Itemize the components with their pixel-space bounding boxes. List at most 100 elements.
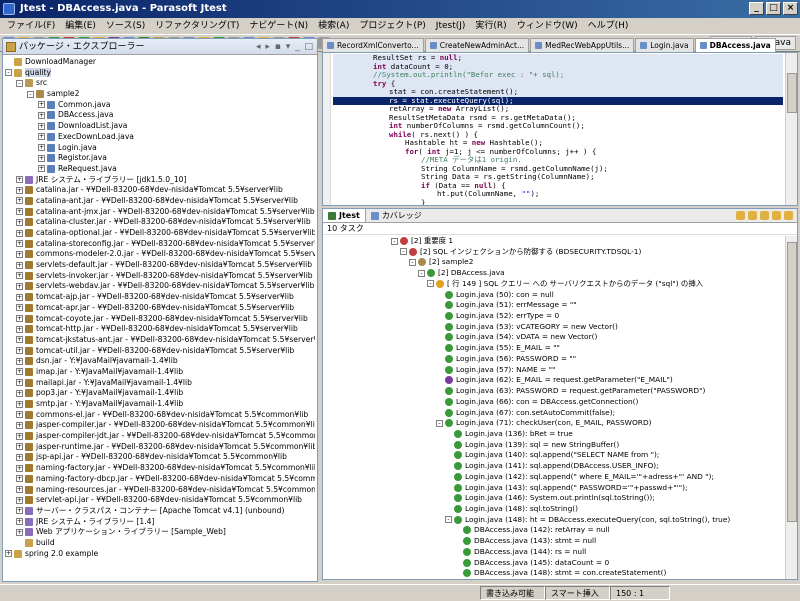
tree-item[interactable]: + servlet-api.jar - ¥¥Dell-83200-68¥dev-n… bbox=[5, 495, 315, 506]
collapse-toggle-icon[interactable]: - bbox=[16, 79, 23, 87]
tree-item[interactable]: + DownloadList.java bbox=[5, 121, 315, 132]
expand-toggle-icon[interactable]: + bbox=[16, 389, 23, 397]
expand-toggle-icon[interactable]: + bbox=[16, 475, 23, 483]
result-row[interactable]: Login.java (53): vCATEGORY = new Vector(… bbox=[323, 322, 785, 333]
result-row[interactable]: DBAccess.java (143): stmt = null bbox=[323, 536, 785, 547]
results-tab[interactable]: Jtest bbox=[323, 209, 366, 222]
expand-toggle-icon[interactable]: + bbox=[16, 186, 23, 194]
code-line[interactable]: String Data = rs.getString(ColumnName); bbox=[333, 172, 783, 182]
result-row[interactable]: Login.java (140): sql.append("SELECT NAM… bbox=[323, 450, 785, 461]
tree-item[interactable]: - src bbox=[5, 78, 315, 89]
menu-item[interactable]: 検索(A) bbox=[313, 18, 354, 34]
expand-toggle-icon[interactable]: + bbox=[16, 208, 23, 216]
result-row[interactable]: Login.java (57): NAME = "" bbox=[323, 365, 785, 376]
tree-item[interactable]: DownloadManager bbox=[5, 57, 315, 68]
result-row[interactable]: Login.java (146): System.out.println(sql… bbox=[323, 493, 785, 504]
menu-item[interactable]: リファクタリング(T) bbox=[150, 18, 244, 34]
code-line[interactable]: for( int j=1; j <= numberOfColumns; j++ … bbox=[333, 147, 783, 157]
tree-item[interactable]: + servlets-webdav.jar - ¥¥Dell-83200-68¥d… bbox=[5, 281, 315, 292]
editor-tab[interactable]: MedRecWebAppUtils... bbox=[530, 38, 635, 52]
tree-item[interactable]: + dsn.jar - Y:¥JavaMail¥javamail-1.4¥lib bbox=[5, 356, 315, 367]
tree-item[interactable]: + tomcat-ajp.jar - ¥¥Dell-83200-68¥dev-ni… bbox=[5, 292, 315, 303]
expand-toggle-icon[interactable]: + bbox=[38, 133, 45, 141]
tree-item[interactable]: - quality bbox=[5, 67, 315, 79]
code-line[interactable]: ht.put(ColumnName, ""); bbox=[333, 189, 783, 199]
tree-item[interactable]: + tomcat-apr.jar - ¥¥Dell-83200-68¥dev-ni… bbox=[5, 303, 315, 314]
scrollbar-thumb[interactable] bbox=[787, 73, 797, 113]
menu-item[interactable]: ヘルプ(H) bbox=[583, 18, 634, 34]
result-row[interactable]: Login.java (51): errMessage = "" bbox=[323, 300, 785, 311]
tree-item[interactable]: + Registor.java bbox=[5, 153, 315, 164]
result-row[interactable]: Login.java (52): errType = 0 bbox=[323, 311, 785, 322]
result-row[interactable]: - [2] sample2 bbox=[323, 257, 785, 268]
collapse-toggle-icon[interactable]: - bbox=[418, 269, 425, 277]
result-row[interactable]: - [2] SQL インジェクションから防御する (BDSECURITY.TDSQ… bbox=[323, 247, 785, 258]
expand-toggle-icon[interactable]: + bbox=[16, 250, 23, 258]
result-row[interactable]: - [ 行 149 ] SQL クエリー への サーバリクエストからのデータ ("… bbox=[323, 279, 785, 290]
code-line[interactable]: //System.out.println("Befor exec : "+ sq… bbox=[333, 70, 783, 80]
result-row[interactable]: Login.java (141): sql.append(DBAccess.US… bbox=[323, 461, 785, 472]
expand-toggle-icon[interactable]: + bbox=[16, 325, 23, 333]
expand-toggle-icon[interactable]: + bbox=[38, 101, 45, 109]
result-row[interactable]: - Login.java (71): checkUser(con, E_MAIL,… bbox=[323, 418, 785, 429]
tree-item[interactable]: + jsp-api.jar - ¥¥Dell-83200-68¥dev-nisid… bbox=[5, 452, 315, 463]
menu-item[interactable]: Jtest(J) bbox=[431, 18, 471, 34]
result-row[interactable]: Login.java (55): E_MAIL = "" bbox=[323, 343, 785, 354]
tree-item[interactable]: + catalina-storeconfig.jar - ¥¥Dell-83200… bbox=[5, 239, 315, 250]
expand-toggle-icon[interactable]: + bbox=[16, 400, 23, 408]
expand-toggle-icon[interactable]: + bbox=[16, 379, 23, 387]
expand-toggle-icon[interactable]: + bbox=[16, 528, 23, 536]
expand-toggle-icon[interactable]: + bbox=[16, 486, 23, 493]
expand-toggle-icon[interactable]: + bbox=[16, 304, 23, 312]
editor-scrollbar[interactable] bbox=[785, 53, 797, 205]
expand-toggle-icon[interactable]: + bbox=[16, 293, 23, 301]
collapse-toggle-icon[interactable]: - bbox=[400, 248, 407, 256]
expand-toggle-icon[interactable]: + bbox=[16, 507, 23, 515]
expand-toggle-icon[interactable]: + bbox=[16, 421, 23, 429]
result-row[interactable]: Login.java (50): con = null bbox=[323, 290, 785, 301]
result-row[interactable]: Login.java (67): con.setAutoCommit(false… bbox=[323, 408, 785, 419]
result-row[interactable]: Login.java (143): sql.append(" PASSWORD=… bbox=[323, 483, 785, 494]
code-editor[interactable]: ResultSet rs = null; int dataCount = 0;//… bbox=[322, 52, 798, 206]
collapse-icon[interactable] bbox=[748, 211, 757, 220]
expand-toggle-icon[interactable]: + bbox=[38, 111, 45, 119]
expand-toggle-icon[interactable]: + bbox=[16, 518, 23, 526]
result-row[interactable]: Login.java (66): con = DBAccess.getConne… bbox=[323, 397, 785, 408]
code-line[interactable]: if (Data == null) { bbox=[333, 181, 783, 191]
tree-item[interactable]: + catalina-cluster.jar - ¥¥Dell-83200-68¥… bbox=[5, 217, 315, 228]
result-row[interactable]: - [2] 重要度 1 bbox=[323, 236, 785, 247]
code-line[interactable]: while( rs.next() ) { bbox=[333, 130, 783, 140]
result-row[interactable]: - [2] DBAccess.java bbox=[323, 268, 785, 279]
tree-item[interactable]: + servlets-invoker.jar - ¥¥Dell-83200-68¥… bbox=[5, 271, 315, 282]
expand-toggle-icon[interactable]: + bbox=[16, 464, 23, 472]
editor-tab[interactable]: DBAccess.java bbox=[694, 38, 776, 52]
result-row[interactable]: Login.java (56): PASSWORD = "" bbox=[323, 354, 785, 365]
tree-item[interactable]: + Login.java bbox=[5, 143, 315, 154]
maximize-button[interactable]: □ bbox=[766, 2, 781, 15]
menu-item[interactable]: ウィンドウ(W) bbox=[512, 18, 583, 34]
code-area[interactable]: ResultSet rs = null; int dataCount = 0;//… bbox=[333, 53, 783, 205]
tree-item[interactable]: + jasper-runtime.jar - ¥¥Dell-83200-68¥de… bbox=[5, 442, 315, 453]
menu-item[interactable]: ナビゲート(N) bbox=[244, 18, 313, 34]
tree-item[interactable]: + tomcat-jkstatus-ant.jar - ¥¥Dell-83200-… bbox=[5, 335, 315, 346]
menu-item[interactable]: プロジェクト(P) bbox=[354, 18, 430, 34]
filter-icon[interactable] bbox=[736, 211, 745, 220]
tree-item[interactable]: + Web アプリケーション・ライブラリー [Sample_Web] bbox=[5, 527, 315, 538]
expand-toggle-icon[interactable]: + bbox=[16, 336, 23, 344]
tree-item[interactable]: build bbox=[5, 538, 315, 549]
editor-tab[interactable]: Login.java bbox=[635, 38, 694, 52]
tree-item[interactable]: + JRE システム・ライブラリー [jdk1.5.0_10] bbox=[5, 175, 315, 186]
result-row[interactable]: Login.java (139): sql = new StringBuffer… bbox=[323, 440, 785, 451]
editor-tab[interactable]: RecordXmlConverto... bbox=[322, 38, 424, 52]
expand-toggle-icon[interactable]: + bbox=[16, 411, 23, 419]
expand-toggle-icon[interactable]: + bbox=[38, 154, 45, 162]
expand-toggle-icon[interactable]: + bbox=[16, 453, 23, 461]
collapse-toggle-icon[interactable]: - bbox=[391, 237, 398, 245]
tree-item[interactable]: + commons-el.jar - ¥¥Dell-83200-68¥dev-ni… bbox=[5, 410, 315, 421]
close-button[interactable]: × bbox=[783, 2, 798, 15]
expand-toggle-icon[interactable]: + bbox=[16, 368, 23, 376]
result-row[interactable]: Login.java (54): vDATA = new Vector() bbox=[323, 332, 785, 343]
tree-item[interactable]: + mailapi.jar - Y:¥JavaMail¥javamail-1.4¥… bbox=[5, 378, 315, 389]
expand-toggle-icon[interactable]: + bbox=[38, 122, 45, 130]
expand-toggle-icon[interactable]: + bbox=[16, 357, 23, 365]
